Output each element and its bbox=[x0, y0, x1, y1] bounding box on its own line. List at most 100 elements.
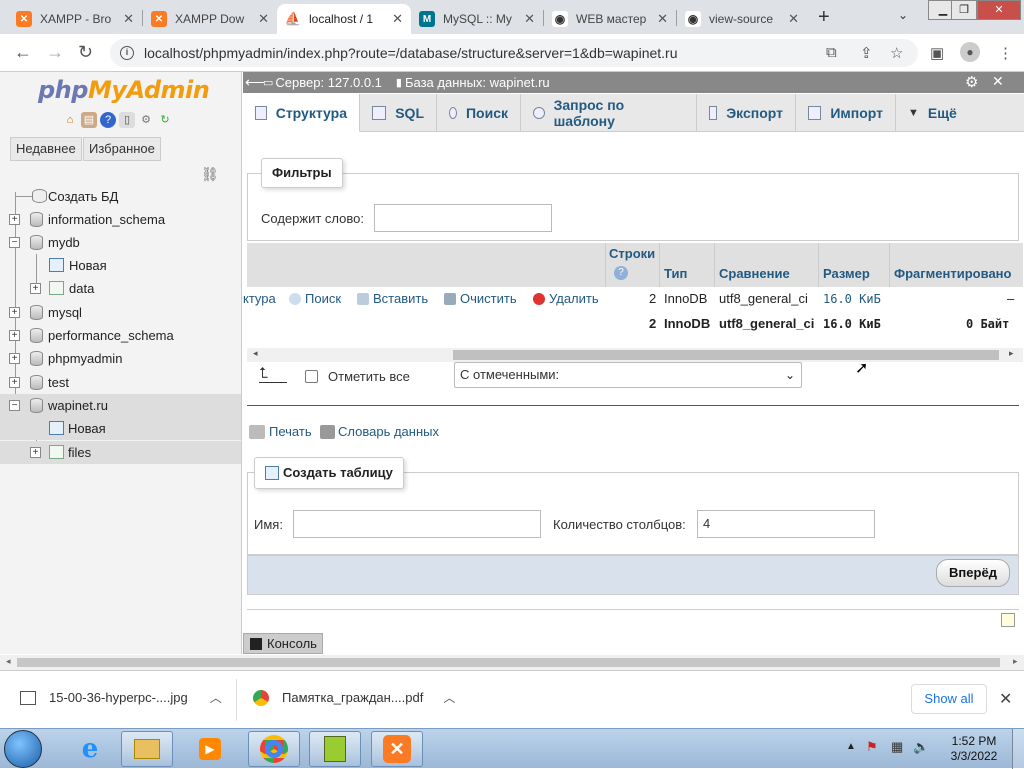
tree-table-data[interactable]: + data bbox=[0, 277, 241, 300]
check-all-checkbox[interactable] bbox=[305, 370, 318, 383]
help-icon[interactable]: ? bbox=[614, 266, 628, 280]
volume-icon[interactable]: 🔈 bbox=[913, 739, 929, 755]
expand-plus-icon[interactable]: + bbox=[9, 307, 20, 318]
expand-plus-icon[interactable]: + bbox=[9, 214, 20, 225]
window-close-button[interactable]: ✕ bbox=[977, 0, 1021, 20]
download-item[interactable]: 15-00-36-hyperpc-....jpg ︿ bbox=[20, 689, 222, 706]
action-insert[interactable]: Вставить bbox=[357, 291, 428, 306]
tray-clock[interactable]: 1:52 PM 3/3/2022 bbox=[946, 734, 1002, 764]
tree-db-phpmyadmin[interactable]: + phpmyadmin bbox=[0, 347, 241, 370]
tab-import[interactable]: Импорт bbox=[796, 94, 896, 132]
with-selected-select[interactable]: С отмеченными: ⌄ bbox=[454, 362, 802, 388]
tree-db-mydb[interactable]: − mydb bbox=[0, 231, 241, 254]
tree-db-mysql[interactable]: + mysql bbox=[0, 301, 241, 324]
tab-query[interactable]: Запрос по шаблону bbox=[521, 94, 697, 132]
show-all-button[interactable]: Show all bbox=[911, 684, 987, 714]
settings-gear-icon[interactable]: ⚙ bbox=[965, 73, 978, 91]
close-icon[interactable]: ✕ bbox=[657, 11, 668, 27]
tree-table-files[interactable]: + files bbox=[0, 441, 241, 464]
address-bar[interactable]: i localhost/phpmyadmin/index.php?route=/… bbox=[110, 39, 918, 67]
download-item[interactable]: Памятка_граждан....pdf ︿ bbox=[253, 689, 455, 706]
taskbar-ie-icon[interactable]: e bbox=[64, 731, 116, 767]
start-button[interactable] bbox=[4, 730, 42, 768]
side-panel-icon[interactable]: ▣ bbox=[930, 44, 944, 62]
scrollbar-thumb[interactable] bbox=[17, 658, 1000, 667]
docs-icon[interactable]: ▯ bbox=[119, 112, 135, 128]
forward-arrow-icon[interactable]: → bbox=[46, 42, 64, 63]
data-dictionary-link[interactable]: Словарь данных bbox=[320, 424, 439, 439]
new-tab-button[interactable]: + bbox=[818, 6, 830, 29]
link-chain-icon[interactable]: ⛓ bbox=[201, 166, 219, 183]
close-icon[interactable]: ✕ bbox=[392, 11, 403, 27]
expand-plus-icon[interactable]: + bbox=[30, 447, 41, 458]
scroll-right-arrow-icon[interactable]: ▸ bbox=[1009, 348, 1014, 359]
close-icon[interactable]: ✕ bbox=[788, 11, 799, 27]
taskbar-media-icon[interactable]: ▶ bbox=[184, 731, 236, 767]
home-icon[interactable]: ⌂ bbox=[62, 112, 78, 128]
tab-search[interactable]: Поиск bbox=[437, 94, 521, 132]
print-link[interactable]: Печать bbox=[249, 424, 312, 439]
tree-db-information-schema[interactable]: + information_schema bbox=[0, 208, 241, 231]
maximize-button[interactable]: ❐ bbox=[951, 0, 977, 20]
tree-new-table[interactable]: Новая bbox=[0, 417, 241, 440]
bookmark-star-icon[interactable]: ☆ bbox=[890, 44, 903, 62]
tab-search-chevron-icon[interactable]: ⌄ bbox=[898, 8, 908, 22]
tree-new-table[interactable]: Новая bbox=[0, 254, 241, 277]
tab-sql[interactable]: SQL bbox=[360, 94, 437, 132]
close-icon[interactable]: ✕ bbox=[999, 689, 1012, 709]
go-button[interactable]: Вперёд bbox=[936, 559, 1010, 587]
page-scrollbar[interactable]: ◂ ▸ bbox=[0, 655, 1024, 670]
breadcrumb-database[interactable]: ▮ База данных: wapinet.ru bbox=[396, 75, 550, 90]
help-icon[interactable]: ? bbox=[100, 112, 116, 128]
tray-expand-icon[interactable]: ▲ bbox=[846, 741, 856, 752]
show-desktop-button[interactable] bbox=[1012, 729, 1024, 769]
browser-tab-active[interactable]: ⛵ localhost / 1 ✕ bbox=[277, 4, 411, 34]
row-size[interactable]: 16.0 КиБ bbox=[823, 292, 881, 306]
breadcrumb-server[interactable]: ▭ Сервер: 127.0.0.1 bbox=[263, 75, 382, 90]
scroll-right-arrow-icon[interactable]: ▸ bbox=[1013, 656, 1018, 667]
reload-icon[interactable]: ↻ bbox=[78, 42, 93, 63]
action-search[interactable]: Поиск bbox=[289, 291, 341, 306]
table-name-input[interactable] bbox=[293, 510, 541, 538]
action-empty[interactable]: Очистить bbox=[444, 291, 517, 306]
check-all-label[interactable]: Отметить все bbox=[328, 369, 410, 384]
expand-plus-icon[interactable]: + bbox=[30, 283, 41, 294]
chevron-up-icon[interactable]: ︿ bbox=[210, 689, 222, 706]
translate-icon[interactable]: ⧉ bbox=[826, 44, 837, 61]
scrollbar-thumb[interactable] bbox=[453, 350, 999, 360]
action-drop[interactable]: Удалить bbox=[533, 291, 599, 306]
browser-tab[interactable]: ✕ XAMPP - Bro ✕ bbox=[8, 4, 142, 34]
collapse-nav-arrow-icon[interactable]: ⟵ bbox=[245, 74, 265, 91]
close-icon[interactable]: ✕ bbox=[123, 11, 134, 27]
profile-avatar-icon[interactable]: ● bbox=[960, 42, 980, 62]
menu-dots-icon[interactable]: ⋮ bbox=[998, 44, 1013, 62]
favorites-button[interactable]: Избранное bbox=[83, 137, 161, 161]
tree-db-test[interactable]: + test bbox=[0, 371, 241, 394]
header-type[interactable]: Тип bbox=[664, 266, 687, 281]
scroll-left-arrow-icon[interactable]: ◂ bbox=[253, 348, 258, 359]
browser-tab[interactable]: ✕ XAMPP Dow ✕ bbox=[143, 4, 277, 34]
browser-tab[interactable]: ◉ view-source ✕ bbox=[677, 4, 807, 34]
tab-more[interactable]: ▼ Ещё bbox=[896, 94, 971, 132]
expand-plus-icon[interactable]: + bbox=[9, 330, 20, 341]
expand-plus-icon[interactable]: + bbox=[9, 353, 20, 364]
table-scrollbar[interactable]: ◂ ▸ bbox=[247, 348, 1023, 362]
header-size[interactable]: Размер bbox=[823, 266, 870, 281]
close-icon[interactable]: ✕ bbox=[524, 11, 535, 27]
taskbar-xampp-icon[interactable]: ✕ bbox=[371, 731, 423, 767]
refresh-icon[interactable]: ↻ bbox=[157, 112, 173, 128]
back-arrow-icon[interactable]: ← bbox=[14, 42, 32, 63]
tree-db-wapinet[interactable]: − wapinet.ru bbox=[0, 394, 241, 417]
logout-icon[interactable]: ▤ bbox=[81, 112, 97, 128]
scroll-left-arrow-icon[interactable]: ◂ bbox=[6, 656, 11, 667]
header-overhead[interactable]: Фрагментировано bbox=[894, 266, 1011, 281]
header-rows[interactable]: Строки bbox=[609, 246, 655, 261]
share-icon[interactable]: ⇪ bbox=[860, 44, 873, 62]
collapse-minus-icon[interactable]: − bbox=[9, 400, 20, 411]
phpmyadmin-logo[interactable]: phpMyAdmin bbox=[38, 76, 210, 104]
chevron-up-icon[interactable]: ︿ bbox=[443, 689, 455, 706]
recent-button[interactable]: Недавнее bbox=[10, 137, 82, 161]
taskbar-explorer-icon[interactable] bbox=[121, 731, 173, 767]
tab-structure[interactable]: Структура bbox=[243, 94, 360, 132]
page-settings-icon[interactable] bbox=[1001, 613, 1015, 627]
